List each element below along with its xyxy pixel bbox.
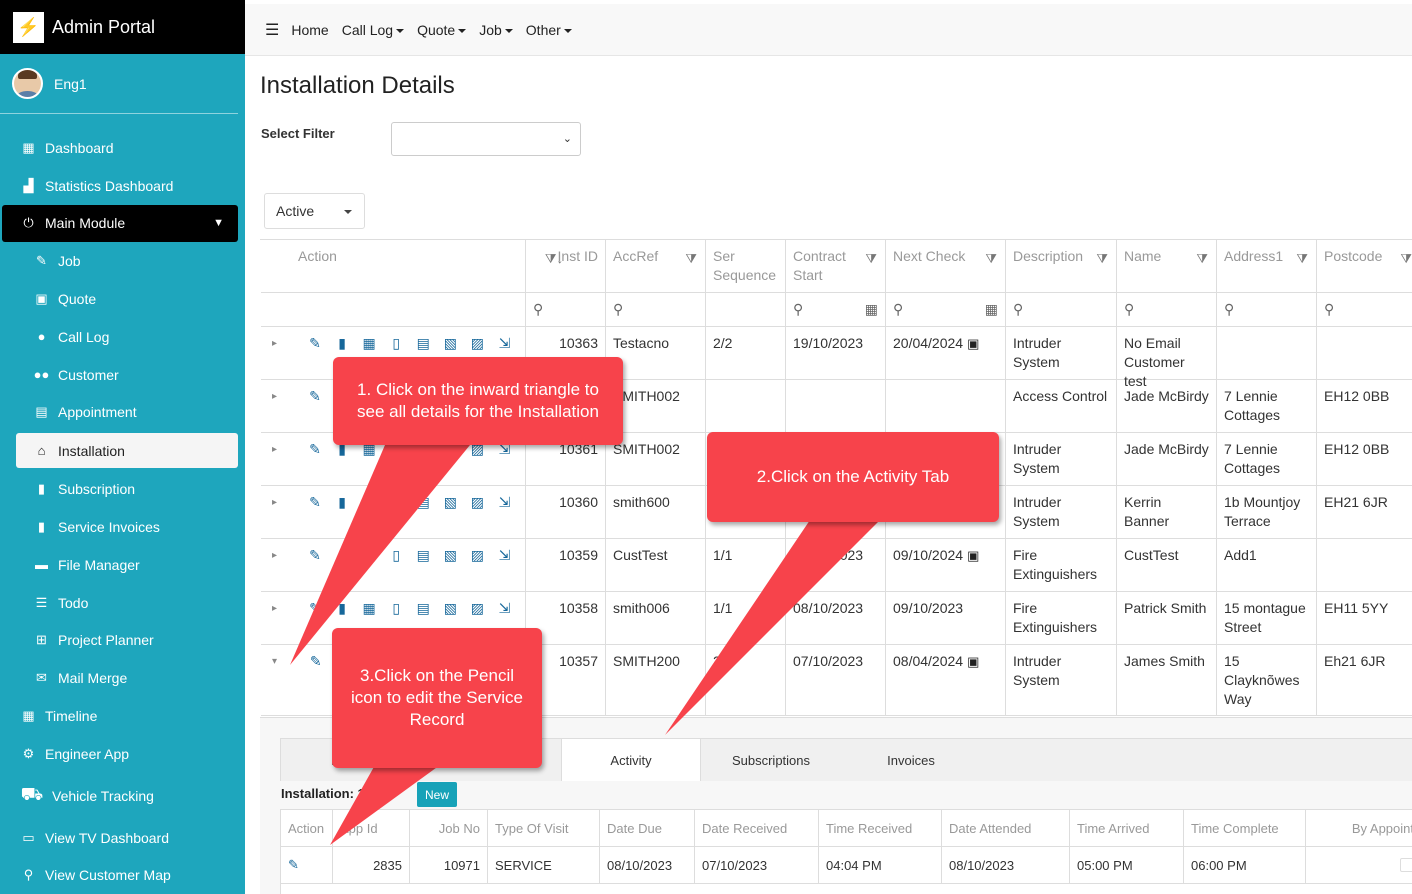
callout-1: 1. Click on the inward triangle to see a… [333, 357, 623, 445]
callout-pointers [290, 445, 880, 845]
callout-3: 3.Click on the Pencil icon to edit the S… [332, 628, 542, 768]
callout-2: 2.Click on the Activity Tab [707, 432, 999, 522]
callout-3-pointer [330, 765, 440, 845]
callout-2-pointer [665, 520, 880, 735]
